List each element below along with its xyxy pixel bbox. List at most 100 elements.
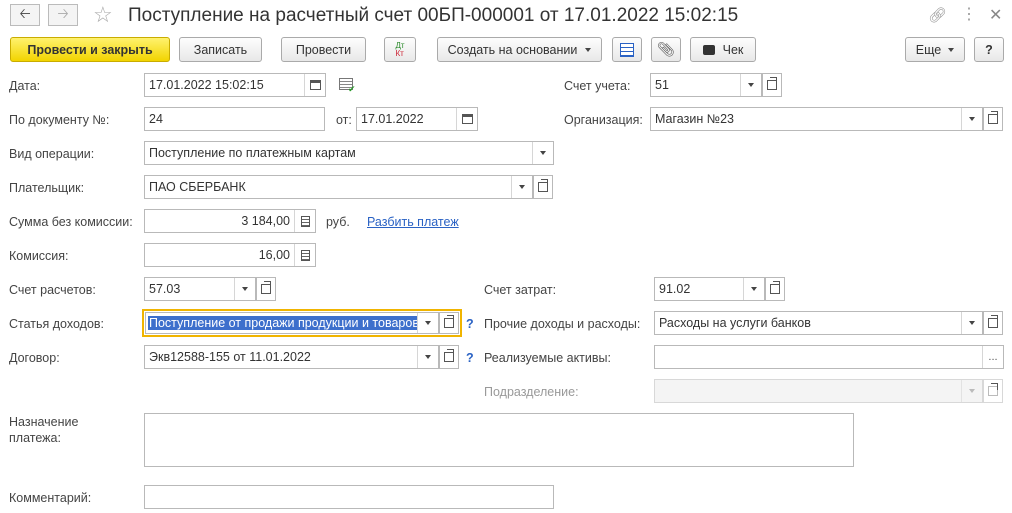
income-item-help[interactable]: ?	[466, 317, 474, 331]
calculator-icon	[300, 249, 310, 261]
organization-field[interactable]: Магазин №23	[650, 107, 983, 131]
contract-help[interactable]: ?	[466, 351, 474, 365]
doc-date-value: 17.01.2022	[361, 112, 424, 126]
dropdown-button[interactable]	[417, 346, 438, 368]
dropdown-button[interactable]	[961, 312, 982, 334]
dropdown-button[interactable]	[961, 108, 982, 130]
currency-label: руб.	[326, 215, 350, 229]
chevron-down-icon	[425, 321, 431, 325]
comment-label: Комментарий:	[9, 491, 92, 505]
sold-assets-label: Реализуемые активы:	[484, 351, 611, 365]
account-label: Счет учета:	[564, 79, 631, 93]
save-button[interactable]: Записать	[179, 37, 262, 62]
link-icon[interactable]: 🔗︎	[928, 6, 947, 24]
amount-label: Сумма без комиссии:	[9, 215, 133, 229]
help-button[interactable]: ?	[974, 37, 1004, 62]
income-item-field[interactable]: Поступление от продажи продукции и товар…	[145, 312, 439, 334]
dropdown-button[interactable]	[743, 278, 764, 300]
date-value: 17.01.2022 15:02:15	[149, 78, 264, 92]
open-organization-button[interactable]	[983, 107, 1003, 131]
calculator-button[interactable]	[294, 210, 315, 232]
open-income-item-button[interactable]	[439, 312, 459, 334]
dt-kt-button[interactable]: Дт Кт	[384, 37, 416, 62]
contract-field[interactable]: Экв12588-155 от 11.01.2022	[144, 345, 439, 369]
open-expense-account-button[interactable]	[765, 277, 785, 301]
department-field	[654, 379, 983, 403]
open-icon	[988, 383, 998, 396]
organization-value: Магазин №23	[655, 112, 735, 126]
chevron-down-icon	[751, 287, 757, 291]
commission-label: Комиссия:	[9, 249, 69, 263]
dropdown-button[interactable]	[532, 142, 553, 164]
doc-number-field[interactable]: 24	[144, 107, 325, 131]
sold-assets-field[interactable]: ...	[654, 345, 1004, 369]
organization-label: Организация:	[564, 113, 643, 127]
printer-icon	[702, 44, 715, 55]
calendar-button[interactable]	[304, 74, 325, 96]
calendar-button[interactable]	[456, 108, 477, 130]
payer-field[interactable]: ПАО СБЕРБАНК	[144, 175, 533, 199]
contract-label: Договор:	[9, 351, 60, 365]
dropdown-button[interactable]	[511, 176, 532, 198]
open-contract-button[interactable]	[439, 345, 459, 369]
post-button[interactable]: Провести	[281, 37, 366, 62]
date-label: Дата:	[9, 79, 41, 93]
create-based-on-button[interactable]: Создать на основании	[437, 37, 602, 62]
settlement-account-field[interactable]: 57.03	[144, 277, 256, 301]
amount-value: 3 184,00	[241, 214, 290, 228]
open-other-income-button[interactable]	[983, 311, 1003, 335]
other-income-value: Расходы на услуги банков	[659, 316, 811, 330]
settlement-account-label: Счет расчетов:	[9, 283, 96, 297]
comment-field[interactable]	[144, 485, 554, 509]
open-settlement-account-button[interactable]	[256, 277, 276, 301]
page-title: Поступление на расчетный счет 00БП-00000…	[128, 5, 739, 26]
attach-button[interactable]: 📎︎	[651, 37, 681, 62]
calendar-icon	[461, 114, 473, 124]
chevron-down-icon	[242, 287, 248, 291]
date-field[interactable]: 17.01.2022 15:02:15	[144, 73, 326, 97]
split-payment-link[interactable]: Разбить платеж	[367, 215, 459, 229]
open-department-button	[983, 379, 1003, 403]
notes-icon[interactable]: ✔	[339, 78, 356, 94]
structure-button[interactable]	[612, 37, 642, 62]
receipt-button[interactable]: Чек	[690, 37, 756, 62]
other-income-field[interactable]: Расходы на услуги банков	[654, 311, 983, 335]
account-field[interactable]: 51	[650, 73, 762, 97]
dropdown-button[interactable]	[234, 278, 255, 300]
dropdown-button[interactable]	[740, 74, 761, 96]
receipt-label: Чек	[722, 42, 744, 57]
dropdown-button[interactable]	[417, 313, 438, 333]
commission-field[interactable]: 16,00	[144, 243, 316, 267]
star-icon[interactable]: ☆	[93, 2, 113, 28]
more-vertical-icon[interactable]: ⋮	[961, 4, 977, 24]
expense-account-field[interactable]: 91.02	[654, 277, 765, 301]
purpose-textarea[interactable]	[144, 413, 854, 467]
settlement-account-value: 57.03	[149, 282, 181, 296]
select-button[interactable]: ...	[982, 346, 1003, 368]
chevron-down-icon	[540, 151, 546, 155]
post-and-close-button[interactable]: Провести и закрыть	[10, 37, 170, 62]
chevron-down-icon	[948, 47, 955, 52]
open-account-button[interactable]	[762, 73, 782, 97]
structure-icon	[620, 42, 634, 57]
amount-field[interactable]: 3 184,00	[144, 209, 316, 233]
chevron-down-icon	[969, 321, 975, 325]
doc-date-field[interactable]: 17.01.2022	[356, 107, 478, 131]
operation-type-value: Поступление по платежным картам	[149, 146, 356, 160]
open-icon	[444, 315, 454, 328]
forward-button[interactable]: 🡢	[48, 4, 78, 26]
more-label: Еще	[915, 42, 942, 57]
back-button[interactable]: 🡠	[10, 4, 40, 26]
dropdown-button	[961, 380, 982, 402]
chevron-down-icon	[969, 117, 975, 121]
open-payer-button[interactable]	[533, 175, 553, 199]
calculator-button[interactable]	[294, 244, 315, 266]
doc-number-value: 24	[149, 112, 163, 126]
doc-number-label: По документу №:	[9, 113, 110, 127]
operation-type-select[interactable]: Поступление по платежным картам	[144, 141, 554, 165]
close-icon[interactable]: ✕	[989, 5, 1002, 25]
calculator-icon	[300, 215, 310, 227]
open-icon	[444, 349, 454, 362]
more-button[interactable]: Еще	[905, 37, 965, 62]
chevron-down-icon	[748, 83, 754, 87]
